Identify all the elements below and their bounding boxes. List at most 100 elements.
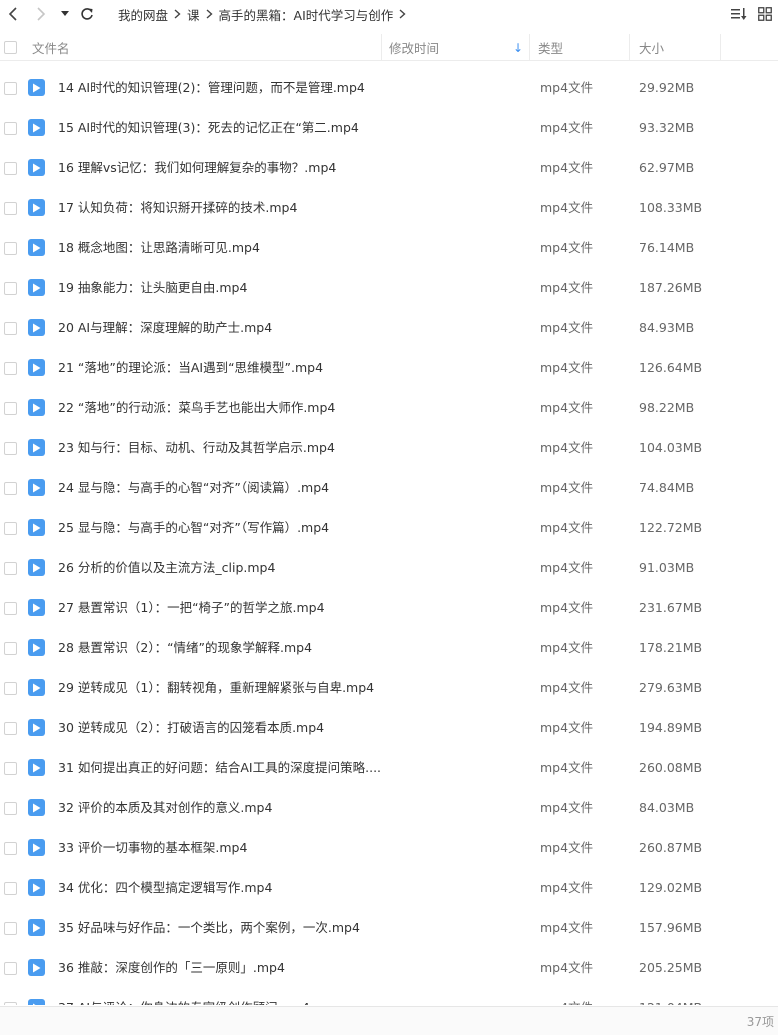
- file-name[interactable]: 31 如何提出真正的好问题：结合AI工具的深度提问策略....: [58, 748, 388, 788]
- file-name[interactable]: 30 逆转成见（2）：打破语言的囚笼看本质.mp4: [58, 708, 388, 748]
- file-type: mp4文件: [540, 988, 593, 1005]
- row-checkbox[interactable]: [4, 282, 17, 295]
- file-type: mp4文件: [540, 480, 594, 495]
- file-name[interactable]: 36 推敲：深度创作的「三一原则」.mp4: [58, 948, 388, 988]
- select-all-checkbox[interactable]: [4, 41, 17, 54]
- file-name[interactable]: 24 显与隐：与高手的心智“对齐”（阅读篇）.mp4: [58, 468, 388, 508]
- file-row[interactable]: 27 悬置常识（1）：一把“椅子”的哲学之旅.mp4 mp4文件 231.67MB: [0, 588, 778, 628]
- file-row[interactable]: 32 评价的本质及其对创作的意义.mp4 mp4文件 84.03MB: [0, 788, 778, 828]
- row-checkbox[interactable]: [4, 202, 17, 215]
- row-checkbox[interactable]: [4, 82, 17, 95]
- file-row[interactable]: 34 优化：四个模型搞定逻辑写作.mp4 mp4文件 129.02MB: [0, 868, 778, 908]
- row-checkbox[interactable]: [4, 522, 17, 535]
- row-checkbox[interactable]: [4, 722, 17, 735]
- file-row[interactable]: 25 显与隐：与高手的心智“对齐”（写作篇）.mp4 mp4文件 122.72MB: [0, 508, 778, 548]
- file-row[interactable]: 31 如何提出真正的好问题：结合AI工具的深度提问策略.... mp4文件 260.…: [0, 748, 778, 788]
- file-name[interactable]: 14 AI时代的知识管理(2)：管理问题，而不是管理.mp4: [58, 68, 388, 108]
- file-row[interactable]: 20 AI与理解：深度理解的助产士.mp4 mp4文件 84.93MB: [0, 308, 778, 348]
- row-checkbox[interactable]: [4, 962, 17, 975]
- file-name[interactable]: 25 显与隐：与高手的心智“对齐”（写作篇）.mp4: [58, 508, 388, 548]
- file-row[interactable]: 28 悬置常识（2）：“情绪”的现象学解释.mp4 mp4文件 178.21MB: [0, 628, 778, 668]
- file-row[interactable]: 26 分析的价值以及主流方法_clip.mp4 mp4文件 91.03MB: [0, 548, 778, 588]
- row-checkbox[interactable]: [4, 442, 17, 455]
- breadcrumb-item-course[interactable]: 课: [187, 5, 200, 24]
- row-checkbox[interactable]: [4, 1002, 17, 1005]
- refresh-button[interactable]: [76, 0, 98, 28]
- column-header-size[interactable]: 大小: [639, 34, 721, 61]
- file-type: mp4文件: [540, 160, 594, 175]
- row-checkbox[interactable]: [4, 642, 17, 655]
- sort-list-icon: [731, 8, 747, 20]
- file-name[interactable]: 21 “落地”的理论派：当AI遇到“思维模型”.mp4: [58, 348, 388, 388]
- row-checkbox[interactable]: [4, 682, 17, 695]
- file-name[interactable]: 32 评价的本质及其对创作的意义.mp4: [58, 788, 388, 828]
- file-row[interactable]: 23 知与行：目标、动机、行动及其哲学启示.mp4 mp4文件 104.03MB: [0, 428, 778, 468]
- row-checkbox[interactable]: [4, 562, 17, 575]
- file-name[interactable]: 19 抽象能力：让头脑更自由.mp4: [58, 268, 388, 308]
- file-row[interactable]: 21 “落地”的理论派：当AI遇到“思维模型”.mp4 mp4文件 126.64MB: [0, 348, 778, 388]
- file-size: 231.67MB: [639, 600, 703, 615]
- row-checkbox[interactable]: [4, 122, 17, 135]
- row-checkbox[interactable]: [4, 482, 17, 495]
- file-row[interactable]: 33 评价一切事物的基本框架.mp4 mp4文件 260.87MB: [0, 828, 778, 868]
- history-dropdown-button[interactable]: [56, 0, 74, 28]
- file-row[interactable]: 36 推敲：深度创作的「三一原则」.mp4 mp4文件 205.25MB: [0, 948, 778, 988]
- file-row[interactable]: 19 抽象能力：让头脑更自由.mp4 mp4文件 187.26MB: [0, 268, 778, 308]
- file-name[interactable]: 20 AI与理解：深度理解的助产士.mp4: [58, 308, 388, 348]
- row-checkbox[interactable]: [4, 242, 17, 255]
- video-file-icon: [28, 239, 45, 256]
- file-row[interactable]: 30 逆转成见（2）：打破语言的囚笼看本质.mp4 mp4文件 194.89MB: [0, 708, 778, 748]
- file-size: 104.03MB: [639, 440, 703, 455]
- column-header-name[interactable]: 文件名: [32, 34, 382, 61]
- sort-button[interactable]: [726, 0, 752, 28]
- file-name[interactable]: 18 概念地图：让思路清晰可见.mp4: [58, 228, 388, 268]
- breadcrumb-expand-icon[interactable]: [399, 9, 406, 19]
- file-name[interactable]: 37 AI与评论：你身边的专家级创作顾问.mp4: [58, 988, 388, 1005]
- row-checkbox[interactable]: [4, 362, 17, 375]
- row-checkbox[interactable]: [4, 162, 17, 175]
- file-name[interactable]: 17 认知负荷：将知识掰开揉碎的技术.mp4: [58, 188, 388, 228]
- file-row[interactable]: 29 逆转成见（1）：翻转视角，重新理解紧张与自卑.mp4 mp4文件 279.63…: [0, 668, 778, 708]
- breadcrumb-item-my-drive[interactable]: 我的网盘: [118, 5, 168, 24]
- row-checkbox[interactable]: [4, 762, 17, 775]
- file-name[interactable]: 23 知与行：目标、动机、行动及其哲学启示.mp4: [58, 428, 388, 468]
- file-name[interactable]: 35 好品味与好作品：一个类比，两个案例，一次.mp4: [58, 908, 388, 948]
- column-header-modified[interactable]: 修改时间 ↓: [389, 34, 530, 61]
- row-checkbox[interactable]: [4, 402, 17, 415]
- file-row[interactable]: 17 认知负荷：将知识掰开揉碎的技术.mp4 mp4文件 108.33MB: [0, 188, 778, 228]
- forward-button[interactable]: [30, 0, 52, 28]
- file-type: mp4文件: [540, 760, 594, 775]
- file-row[interactable]: 18 概念地图：让思路清晰可见.mp4 mp4文件 76.14MB: [0, 228, 778, 268]
- back-button[interactable]: [2, 0, 24, 28]
- file-name[interactable]: 27 悬置常识（1）：一把“椅子”的哲学之旅.mp4: [58, 588, 388, 628]
- column-header-type[interactable]: 类型: [538, 34, 630, 61]
- file-name[interactable]: 26 分析的价值以及主流方法_clip.mp4: [58, 548, 388, 588]
- file-row[interactable]: 15 AI时代的知识管理(3)：死去的记忆正在“第二.mp4 mp4文件 93.32…: [0, 108, 778, 148]
- file-name[interactable]: 15 AI时代的知识管理(3)：死去的记忆正在“第二.mp4: [58, 108, 388, 148]
- row-checkbox[interactable]: [4, 922, 17, 935]
- video-file-icon: [28, 639, 45, 656]
- file-name[interactable]: 28 悬置常识（2）：“情绪”的现象学解释.mp4: [58, 628, 388, 668]
- file-size: 187.26MB: [639, 280, 703, 295]
- file-row[interactable]: 22 “落地”的行动派：菜鸟手艺也能出大师作.mp4 mp4文件 98.22MB: [0, 388, 778, 428]
- file-name[interactable]: 33 评价一切事物的基本框架.mp4: [58, 828, 388, 868]
- file-name[interactable]: 22 “落地”的行动派：菜鸟手艺也能出大师作.mp4: [58, 388, 388, 428]
- row-checkbox[interactable]: [4, 322, 17, 335]
- file-row[interactable]: 16 理解vs记忆：我们如何理解复杂的事物？.mp4 mp4文件 62.97MB: [0, 148, 778, 188]
- file-name[interactable]: 29 逆转成见（1）：翻转视角，重新理解紧张与自卑.mp4: [58, 668, 388, 708]
- file-row[interactable]: 35 好品味与好作品：一个类比，两个案例，一次.mp4 mp4文件 157.96MB: [0, 908, 778, 948]
- row-checkbox[interactable]: [4, 882, 17, 895]
- row-checkbox[interactable]: [4, 602, 17, 615]
- row-checkbox[interactable]: [4, 802, 17, 815]
- file-type: mp4文件: [540, 880, 594, 895]
- row-checkbox[interactable]: [4, 842, 17, 855]
- file-row[interactable]: 24 显与隐：与高手的心智“对齐”（阅读篇）.mp4 mp4文件 74.84MB: [0, 468, 778, 508]
- file-row[interactable]: 37 AI与评论：你身边的专家级创作顾问.mp4 mp4文件 121.04MB: [0, 988, 778, 1005]
- grid-view-button[interactable]: [752, 0, 778, 28]
- file-name[interactable]: 34 优化：四个模型搞定逻辑写作.mp4: [58, 868, 388, 908]
- file-row[interactable]: 14 AI时代的知识管理(2)：管理问题，而不是管理.mp4 mp4文件 29.92…: [0, 68, 778, 108]
- file-name[interactable]: 16 理解vs记忆：我们如何理解复杂的事物？.mp4: [58, 148, 388, 188]
- breadcrumb-item-current-folder[interactable]: 高手的黑箱：AI时代学习与创作: [219, 5, 394, 24]
- file-list: 14 AI时代的知识管理(2)：管理问题，而不是管理.mp4 mp4文件 29.92…: [0, 68, 778, 1005]
- sort-descending-icon: ↓: [512, 40, 523, 55]
